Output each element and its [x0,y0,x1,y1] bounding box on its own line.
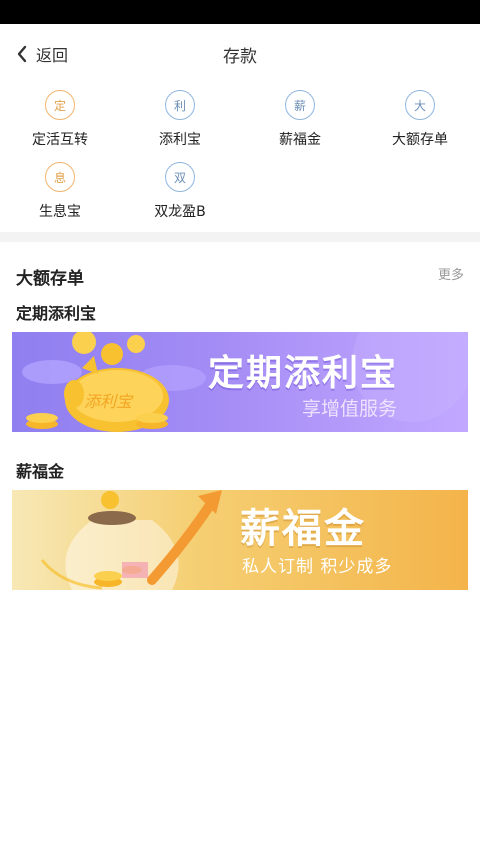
shengxibao-icon: 息 [45,162,75,192]
piggy-bank-label: 添利宝 [84,392,133,411]
banner-dingqi-tianlibao[interactable]: 添利宝 定期添利宝 享增值服务 [12,332,468,432]
section-divider [0,232,480,242]
tianlibao-icon: 利 [165,90,195,120]
banner-title: 定期添利宝 [208,353,399,394]
product-item-shuanglongying[interactable]: 双 双龙盈B [120,162,240,221]
banner-xinfujin[interactable]: 薪福金 私人订制 积少成多 [12,490,468,590]
status-bar [0,0,480,24]
nav-bar: 返回 存款 [0,24,480,84]
banner-subtitle: 私人订制 积少成多 [242,557,393,577]
product-label: 双龙盈B [154,204,206,220]
card-title-xinfujin: 薪福金 [16,462,65,481]
product-item-shengxibao[interactable]: 息 生息宝 [0,162,120,221]
product-label: 薪福金 [279,132,321,148]
product-label: 添利宝 [159,132,201,148]
product-label: 定活互转 [32,132,88,148]
more-link[interactable]: 更多 [438,264,464,283]
product-label: 生息宝 [39,204,81,220]
large-deposit-icon: 大 [405,90,435,120]
product-item-tianlibao[interactable]: 利 添利宝 [120,90,240,149]
product-item-large-deposit[interactable]: 大 大额存单 [360,90,480,149]
xinfujin-icon: 薪 [285,90,315,120]
product-item-dinghuo[interactable]: 定 定活互转 [0,90,120,149]
banner-subtitle: 享增值服务 [302,398,398,420]
product-label: 大额存单 [392,132,448,148]
card-title-dingqi: 定期添利宝 [16,304,97,323]
section-title: 大额存单 [16,269,84,289]
shuanglongying-icon: 双 [165,162,195,192]
product-item-xinfujin[interactable]: 薪 薪福金 [240,90,360,149]
banner-title: 薪福金 [240,506,366,552]
page-title: 存款 [223,47,257,67]
transfer-icon: 定 [45,90,75,120]
section-header: 大额存单 更多 [16,264,464,289]
